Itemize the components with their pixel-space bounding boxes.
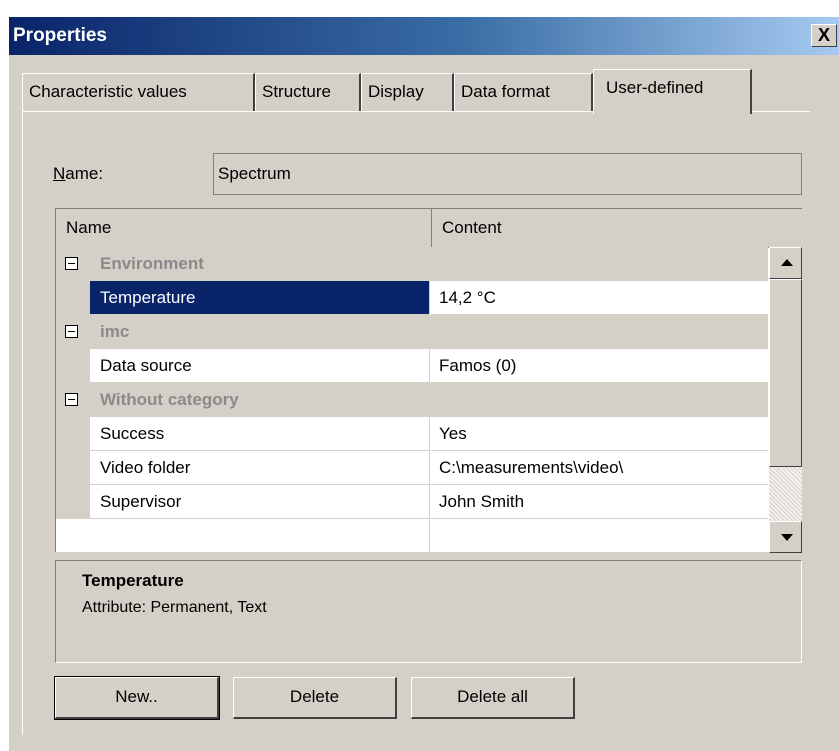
- vertical-scrollbar[interactable]: [769, 247, 802, 553]
- description-text: Attribute: Permanent, Text: [82, 599, 267, 616]
- tab-label: Display: [368, 82, 424, 101]
- property-value[interactable]: 14,2 °C: [431, 281, 768, 315]
- property-grid: Name Content Environment Temperature 14,…: [55, 208, 802, 553]
- collapse-icon[interactable]: [65, 257, 78, 270]
- delete-button[interactable]: Delete: [233, 677, 397, 719]
- property-name[interactable]: Data source: [90, 349, 430, 383]
- category-label: Without category: [100, 390, 239, 409]
- row-gutter: [56, 281, 90, 315]
- tab-label: User-defined: [606, 78, 704, 97]
- property-value[interactable]: C:\measurements\video\: [431, 451, 768, 485]
- empty-row: [56, 519, 768, 553]
- collapse-icon[interactable]: [65, 325, 78, 338]
- scroll-thumb[interactable]: [769, 279, 802, 467]
- row-gutter: [56, 349, 90, 383]
- property-value[interactable]: Famos (0): [431, 349, 768, 383]
- category-without-category[interactable]: Without category: [56, 383, 768, 417]
- scroll-up-button[interactable]: [769, 247, 802, 279]
- tab-data-format[interactable]: Data format: [454, 73, 593, 111]
- close-button[interactable]: X: [811, 24, 837, 47]
- tab-characteristic-values[interactable]: Characteristic values: [22, 73, 255, 111]
- new-button[interactable]: New..: [54, 676, 220, 720]
- window-title: Properties: [13, 25, 107, 46]
- tab-label: Structure: [262, 82, 331, 101]
- name-field[interactable]: Spectrum: [213, 153, 802, 195]
- property-name[interactable]: Success: [90, 417, 430, 451]
- tab-structure[interactable]: Structure: [255, 73, 361, 111]
- tab-label: Characteristic values: [29, 82, 187, 101]
- column-header-content[interactable]: Content: [432, 209, 802, 247]
- property-value[interactable]: Yes: [431, 417, 768, 451]
- property-value[interactable]: John Smith: [431, 485, 768, 519]
- close-icon: X: [817, 25, 830, 45]
- row-gutter: [56, 451, 90, 485]
- arrow-up-icon: [781, 259, 793, 266]
- delete-all-button[interactable]: Delete all: [411, 677, 575, 719]
- table-row[interactable]: Temperature 14,2 °C: [56, 281, 768, 315]
- category-imc[interactable]: imc: [56, 315, 768, 349]
- description-title: Temperature: [82, 571, 184, 590]
- category-label: imc: [100, 322, 130, 341]
- scroll-down-button[interactable]: [769, 521, 802, 553]
- tab-label: Data format: [461, 82, 550, 101]
- empty-cell: [431, 519, 768, 553]
- category-environment[interactable]: Environment: [56, 247, 768, 281]
- property-name[interactable]: Video folder: [90, 451, 430, 485]
- row-gutter: [56, 417, 90, 451]
- property-name[interactable]: Temperature: [90, 281, 430, 315]
- property-name[interactable]: Supervisor: [90, 485, 430, 519]
- category-label: Environment: [100, 254, 204, 273]
- empty-cell: [56, 519, 430, 553]
- collapse-icon[interactable]: [65, 393, 78, 406]
- table-row[interactable]: Supervisor John Smith: [56, 485, 768, 519]
- name-label: Name:: [53, 164, 104, 183]
- table-row[interactable]: Video folder C:\measurements\video\: [56, 451, 768, 485]
- column-header-name[interactable]: Name: [56, 209, 432, 247]
- tab-user-defined[interactable]: User-defined: [593, 69, 752, 114]
- table-row[interactable]: Success Yes: [56, 417, 768, 451]
- tab-display[interactable]: Display: [361, 73, 454, 111]
- description-panel: Temperature Attribute: Permanent, Text: [55, 560, 802, 663]
- row-gutter: [56, 485, 90, 519]
- grid-header: Name Content: [56, 209, 802, 248]
- title-bar[interactable]: Properties X: [9, 17, 839, 55]
- arrow-down-icon: [781, 534, 793, 541]
- table-row[interactable]: Data source Famos (0): [56, 349, 768, 383]
